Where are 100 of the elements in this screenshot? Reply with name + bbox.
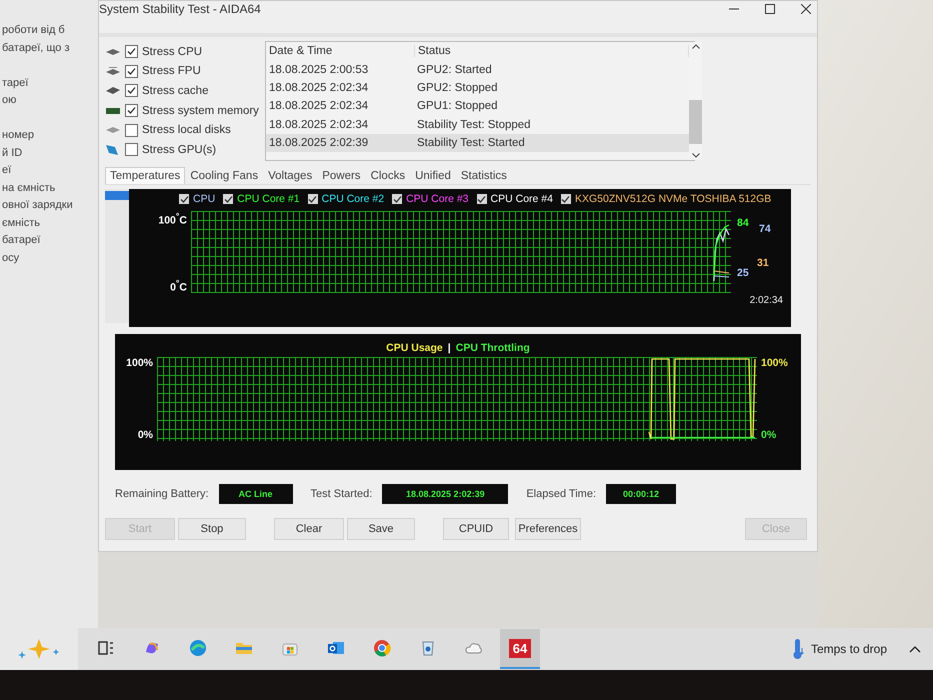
checkbox[interactable] — [308, 194, 318, 204]
background-window-text: ою — [2, 93, 18, 108]
legend-label: CPU Core #3 — [406, 193, 469, 205]
action-button[interactable]: Preferences — [515, 518, 581, 540]
log-row[interactable]: 18.08.2025 2:02:39 Stability Test: Started — [266, 134, 689, 152]
tab[interactable]: Voltages — [263, 167, 318, 184]
checkbox[interactable] — [125, 84, 138, 98]
log-row[interactable]: 18.08.2025 2:02:34 GPU2: Stopped — [266, 78, 689, 98]
legend-item[interactable]: CPU Core #3 — [392, 193, 469, 205]
tab[interactable]: Powers — [317, 167, 366, 184]
legend-item[interactable]: CPU Core #2 — [308, 193, 384, 205]
background-window-text: батареї, що з — [2, 40, 71, 56]
option-label: Stress GPU(s) — [142, 144, 216, 156]
legend-label: CPU — [193, 193, 216, 205]
axis-label: 0% — [138, 429, 153, 441]
temperature-trace-drawing — [713, 224, 730, 282]
weather-text[interactable]: Temps to drop — [810, 642, 887, 656]
time-label: 2:02:34 — [750, 295, 783, 306]
maximize-icon[interactable] — [765, 4, 775, 14]
table-cell-text: Stability Test: Started — [416, 137, 526, 150]
graphics-card-icon — [106, 144, 120, 155]
legend-label: CPU Usage — [386, 342, 443, 354]
log-row[interactable]: 18.08.2025 2:02:34 Stability Test: Stopped — [266, 116, 689, 134]
window-title: System Stability Test - AIDA64 — [99, 2, 261, 16]
drive-icon — [106, 87, 120, 94]
background-window-text: батареї — [2, 233, 42, 248]
checkbox[interactable] — [125, 104, 138, 118]
table-cell-text: 18.08.2025 2:02:39 — [268, 137, 370, 150]
option-label: Stress local disks — [142, 124, 231, 136]
drive-icon — [106, 48, 120, 55]
scroll-down-icon[interactable] — [692, 153, 700, 158]
temperature-reading: 74 — [759, 223, 771, 235]
legend-separator: | — [448, 342, 451, 354]
chevron-up-icon[interactable] — [909, 645, 921, 653]
tab[interactable]: Statistics — [456, 167, 512, 184]
checkbox[interactable] — [125, 64, 138, 78]
status-value: 18.08.2025 2:02:39 — [382, 484, 508, 504]
checkbox[interactable] — [223, 194, 234, 204]
table-cell-text: 18.08.2025 2:02:34 — [268, 100, 370, 112]
taskbar-app[interactable]: 64 — [500, 629, 540, 669]
action-button[interactable]: Clear — [274, 518, 344, 540]
drive-icon — [106, 127, 120, 134]
axis-label: 0$^{°}$C — [170, 278, 187, 293]
temperature-reading: 84 — [737, 217, 749, 229]
browser-wave-icon[interactable] — [188, 638, 208, 658]
background-window-text: ємність — [2, 216, 41, 230]
tab[interactable]: Unified — [410, 167, 456, 184]
background-window-text: й ID — [2, 146, 24, 160]
scrollbar[interactable] — [689, 42, 702, 160]
legend-label: CPU Core #1 — [237, 193, 300, 205]
background-window-text: роботи від б — [2, 23, 66, 38]
close-icon[interactable] — [801, 4, 811, 14]
legend-label: CPU Core #4 — [490, 193, 553, 205]
log-row[interactable]: 18.08.2025 2:02:34 GPU1: Stopped — [266, 97, 689, 116]
status-value: 00:00:12 — [606, 484, 676, 504]
checkbox[interactable] — [392, 194, 402, 204]
checkbox[interactable] — [125, 143, 138, 156]
axis-label: 100$^{°}$C — [158, 211, 187, 226]
legend-item[interactable]: CPU Core #1 — [223, 193, 300, 205]
table-cell-text: 18.08.2025 2:02:34 — [268, 82, 370, 94]
temperature-reading: 31 — [757, 257, 769, 269]
table-cell-text: 18.08.2025 2:02:34 — [268, 118, 370, 131]
axis-label: 100% — [761, 357, 788, 369]
axis-label: 0% — [761, 429, 776, 441]
table-cell-text: 18.08.2025 2:00:53 — [268, 64, 370, 76]
column-header[interactable]: Date & Time — [266, 45, 415, 58]
log-row[interactable]: 18.08.2025 2:00:53 GPU2: Started — [266, 60, 689, 79]
action-button[interactable]: Save — [347, 518, 415, 540]
tab[interactable]: Clocks — [366, 167, 410, 184]
checkbox[interactable] — [125, 124, 138, 137]
legend-item[interactable]: CPU Core #4 — [476, 193, 553, 205]
background-window-text: еї — [2, 163, 12, 178]
app-logo: 64 — [508, 638, 532, 658]
scroll-thumb[interactable] — [689, 100, 702, 144]
temperature-reading: 25 — [737, 267, 749, 279]
tab[interactable]: Temperatures — [105, 167, 186, 184]
tab[interactable]: Cooling Fans — [185, 167, 264, 184]
background-window-text: овної зарядки — [2, 198, 74, 213]
background-window-text: номер — [2, 128, 35, 143]
checkbox[interactable] — [560, 194, 571, 204]
table-cell-text: GPU2: Stopped — [416, 82, 499, 94]
status-value: AC Line — [218, 484, 293, 504]
action-button[interactable]: CPUID — [443, 518, 509, 540]
action-button[interactable]: Stop — [178, 518, 246, 540]
legend-item[interactable]: CPU — [179, 193, 216, 205]
checkbox[interactable] — [476, 194, 487, 204]
scroll-up-icon[interactable] — [692, 44, 700, 49]
table-cell-text: GPU2: Started — [416, 64, 493, 76]
checkbox[interactable] — [125, 45, 138, 58]
option-label: Stress FPU — [142, 65, 201, 78]
field-label: Remaining Battery: — [115, 488, 209, 500]
browser-circle-icon[interactable] — [372, 638, 392, 658]
checkbox[interactable] — [179, 194, 189, 204]
background-window-text: осу — [2, 250, 20, 266]
memory-chip-icon — [106, 108, 120, 114]
option-label: Stress cache — [142, 84, 208, 97]
legend-label: CPU Core #2 — [322, 193, 384, 205]
legend-label: CPU Throttling — [456, 342, 530, 354]
chip-icon — [106, 67, 120, 76]
table-cell-text: GPU1: Stopped — [416, 100, 499, 112]
